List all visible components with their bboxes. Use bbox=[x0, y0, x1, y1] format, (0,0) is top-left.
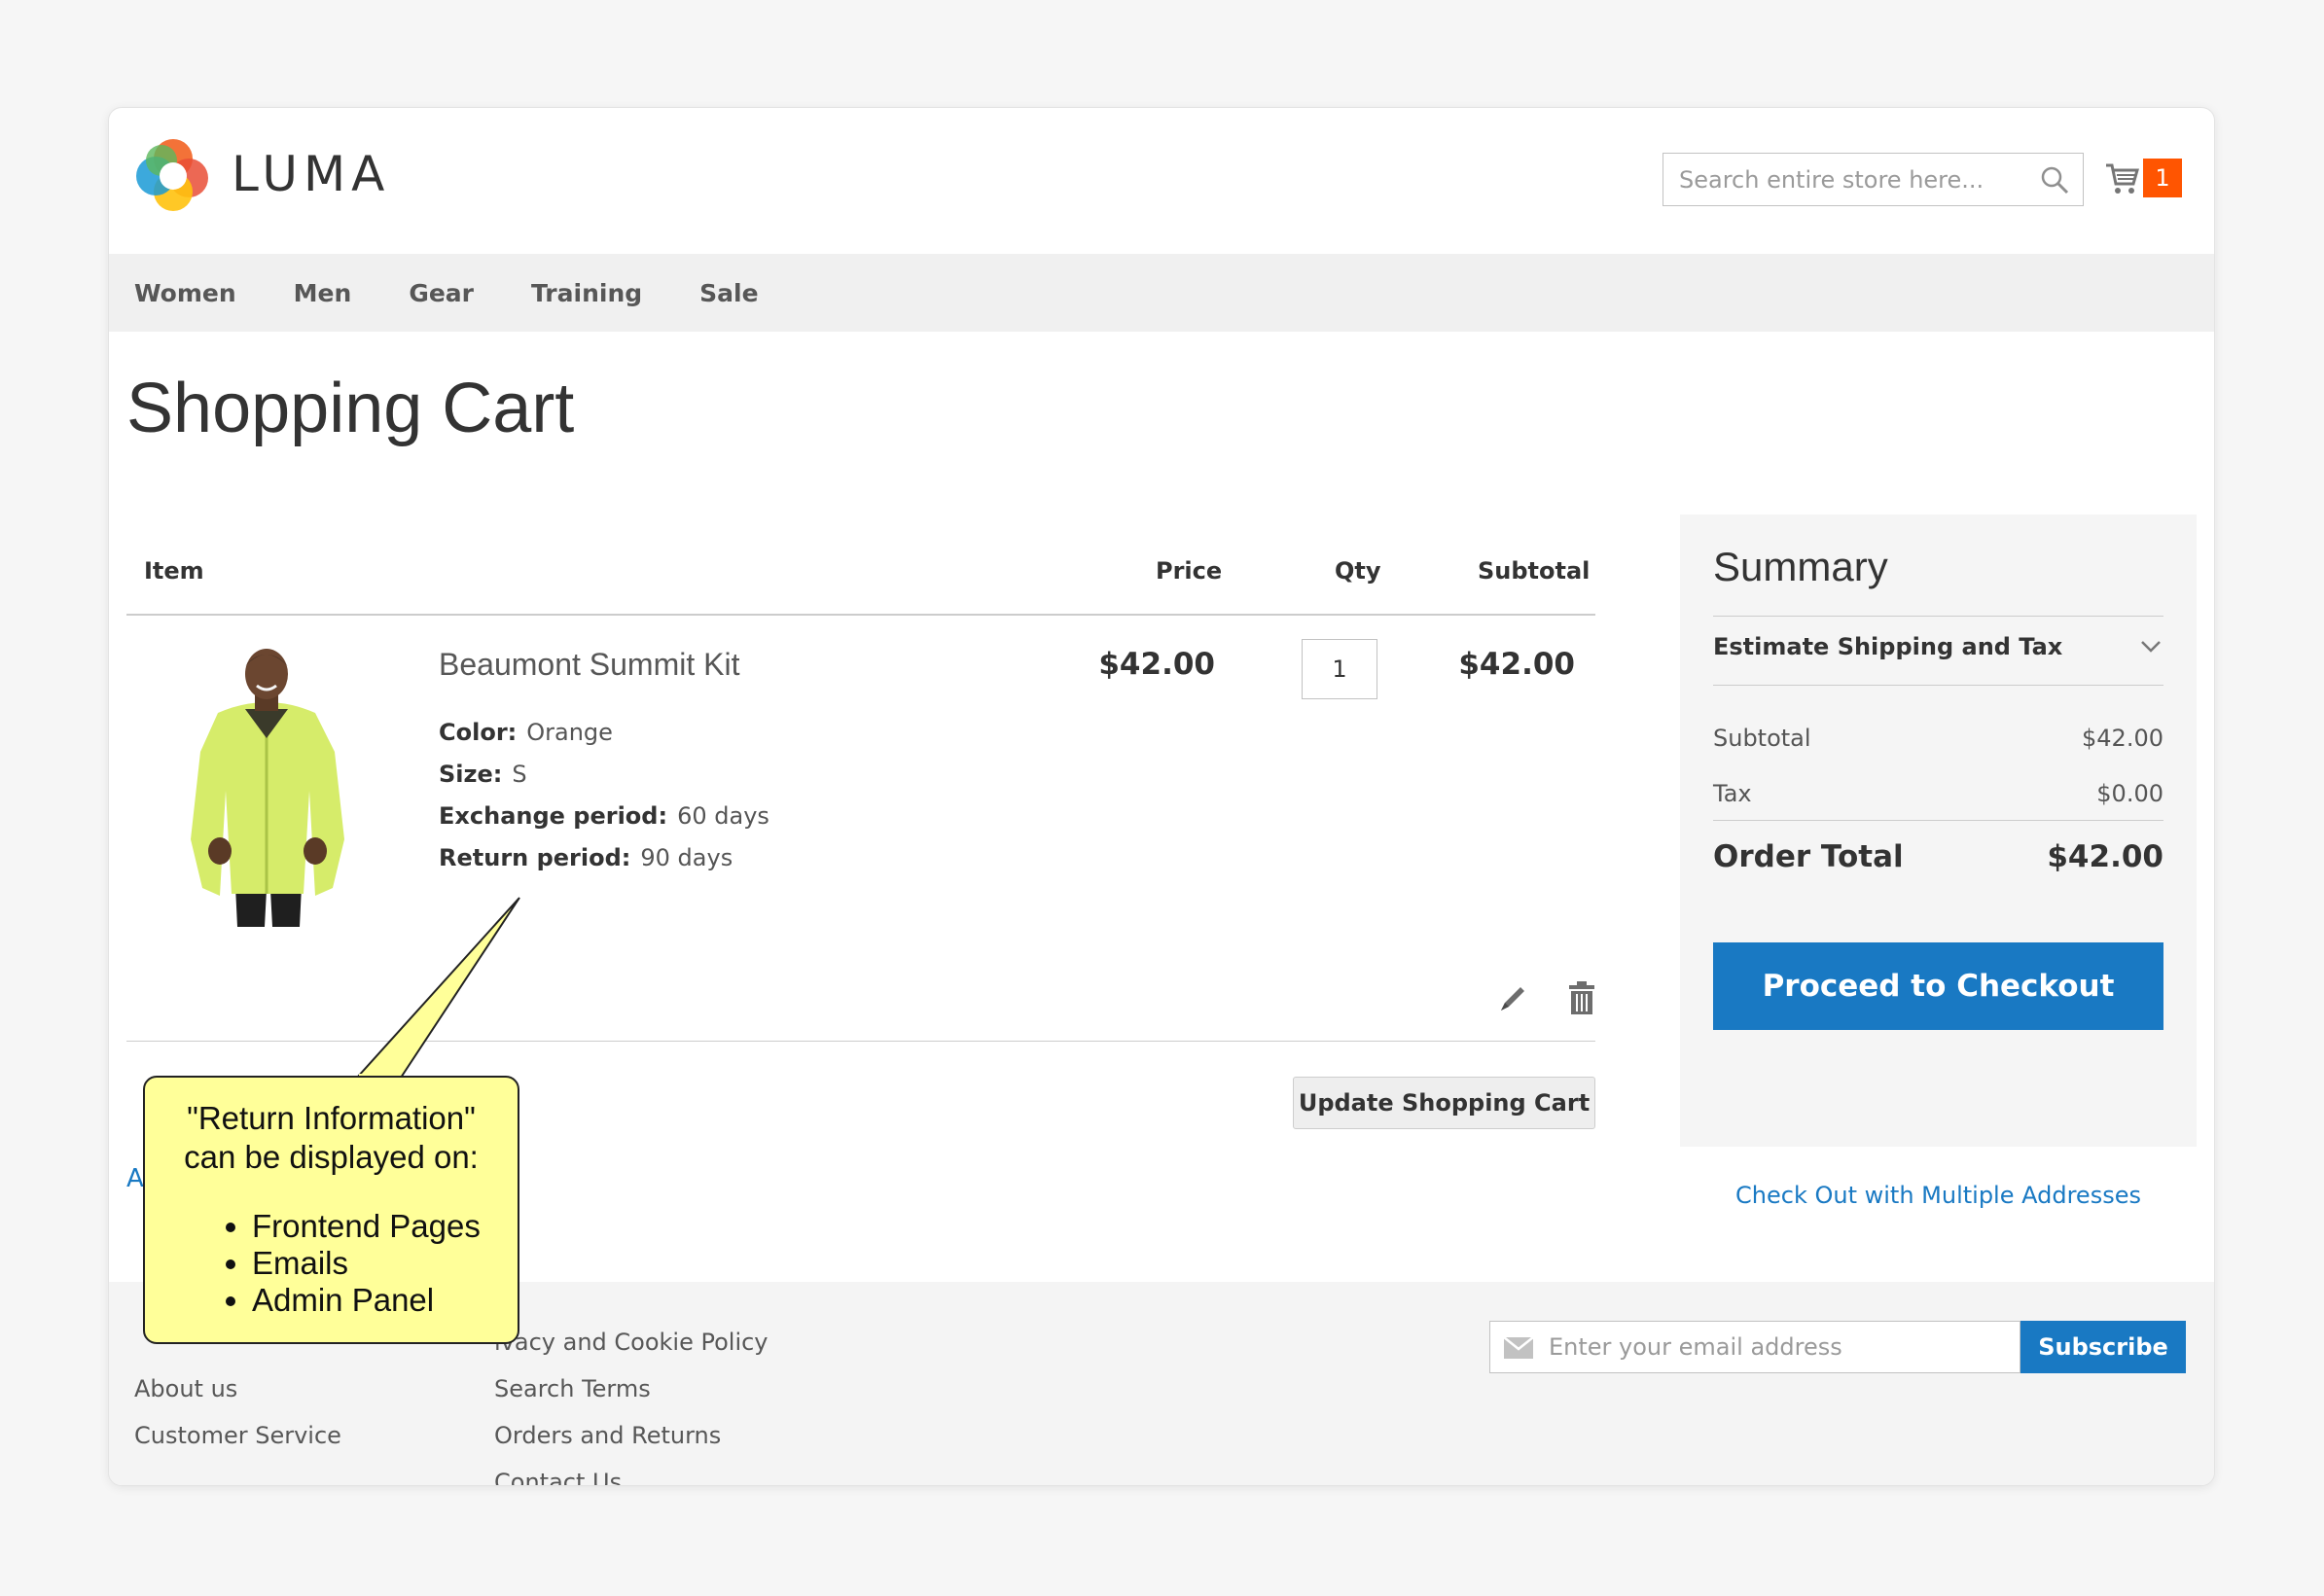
nav-item-women[interactable]: Women bbox=[134, 279, 236, 307]
edit-icon[interactable] bbox=[1497, 983, 1528, 1014]
multi-address-checkout-link[interactable]: Check Out with Multiple Addresses bbox=[1680, 1182, 2197, 1209]
summary-subtotal-row: Subtotal $42.00 bbox=[1713, 725, 2163, 752]
option-label: Exchange period: bbox=[439, 802, 668, 830]
item-subtotal: $42.00 bbox=[1458, 647, 1575, 682]
search-input[interactable] bbox=[1663, 154, 2083, 205]
option-value: Orange bbox=[526, 719, 613, 746]
column-header-item: Item bbox=[144, 557, 204, 585]
callout-heading: "Return Information" can be displayed on… bbox=[145, 1099, 518, 1177]
summary-tax-value: $0.00 bbox=[2096, 780, 2163, 807]
cart-summary: Summary Estimate Shipping and Tax Subtot… bbox=[1680, 514, 2197, 1209]
callout-line-2: can be displayed on: bbox=[184, 1139, 479, 1175]
search-box bbox=[1663, 153, 2084, 206]
trash-icon[interactable] bbox=[1567, 981, 1596, 1014]
mail-icon bbox=[1504, 1337, 1533, 1359]
table-header-divider bbox=[126, 614, 1595, 616]
summary-divider bbox=[1713, 616, 2163, 617]
summary-tax-label: Tax bbox=[1713, 780, 1752, 807]
cart-count-badge: 1 bbox=[2143, 159, 2182, 197]
product-image[interactable] bbox=[169, 645, 364, 927]
search-icon[interactable] bbox=[2040, 165, 2069, 195]
summary-divider bbox=[1713, 820, 2163, 821]
footer-link-privacy[interactable]: ivacy and Cookie Policy bbox=[494, 1329, 769, 1356]
cart-icon bbox=[2106, 163, 2139, 194]
brand-name: LUMA bbox=[232, 146, 391, 202]
annotation-callout: "Return Information" can be displayed on… bbox=[143, 1076, 519, 1344]
option-value: S bbox=[512, 761, 527, 788]
option-value: 90 days bbox=[640, 844, 733, 871]
product-option-exchange-period: Exchange period: 60 days bbox=[439, 802, 769, 830]
qty-input[interactable]: 1 bbox=[1302, 639, 1377, 699]
summary-divider bbox=[1713, 685, 2163, 686]
callout-list: Frontend Pages Emails Admin Panel bbox=[252, 1208, 481, 1319]
nav-item-gear[interactable]: Gear bbox=[409, 279, 474, 307]
logo[interactable]: LUMA bbox=[134, 135, 390, 213]
column-header-price: Price bbox=[1156, 557, 1223, 585]
footer-link-customer-service[interactable]: Customer Service bbox=[134, 1422, 341, 1449]
page-title: Shopping Cart bbox=[126, 370, 575, 447]
callout-list-item: Frontend Pages bbox=[252, 1208, 481, 1245]
nav-item-men[interactable]: Men bbox=[294, 279, 352, 307]
nav-item-sale[interactable]: Sale bbox=[699, 279, 758, 307]
newsletter-email-input[interactable] bbox=[1490, 1322, 2020, 1372]
option-value: 60 days bbox=[677, 802, 769, 830]
column-header-qty: Qty bbox=[1335, 557, 1381, 585]
luma-logo-icon bbox=[136, 139, 208, 211]
estimate-shipping-toggle[interactable]: Estimate Shipping and Tax bbox=[1713, 633, 2062, 660]
partially-hidden-link[interactable]: A bbox=[126, 1164, 144, 1193]
main-navigation: Women Men Gear Training Sale bbox=[109, 254, 2214, 332]
subscribe-button[interactable]: Subscribe bbox=[2020, 1321, 2186, 1373]
footer-link-about[interactable]: About us bbox=[134, 1375, 237, 1402]
nav-item-training[interactable]: Training bbox=[531, 279, 642, 307]
order-total-value: $42.00 bbox=[2047, 839, 2163, 874]
column-header-subtotal: Subtotal bbox=[1478, 557, 1591, 585]
option-label: Size: bbox=[439, 761, 503, 788]
order-total-label: Order Total bbox=[1713, 839, 1904, 874]
chevron-down-icon[interactable] bbox=[2138, 637, 2163, 656]
summary-subtotal-label: Subtotal bbox=[1713, 725, 1811, 752]
product-option-return-period: Return period: 90 days bbox=[439, 844, 733, 871]
update-cart-button[interactable]: Update Shopping Cart bbox=[1293, 1077, 1595, 1129]
item-price: $42.00 bbox=[1098, 647, 1215, 682]
callout-line-1: "Return Information" bbox=[187, 1100, 476, 1136]
newsletter-box bbox=[1489, 1321, 2020, 1373]
summary-tax-row: Tax $0.00 bbox=[1713, 780, 2163, 807]
footer-link-orders-returns[interactable]: Orders and Returns bbox=[494, 1422, 721, 1449]
option-label: Return period: bbox=[439, 844, 631, 871]
callout-list-item: Admin Panel bbox=[252, 1282, 481, 1319]
product-option-color: Color: Orange bbox=[439, 719, 613, 746]
product-name-link[interactable]: Beaumont Summit Kit bbox=[439, 647, 739, 683]
option-label: Color: bbox=[439, 719, 518, 746]
summary-title: Summary bbox=[1713, 544, 1888, 589]
footer-link-contact[interactable]: Contact Us bbox=[494, 1469, 622, 1485]
item-divider bbox=[126, 1041, 1595, 1042]
product-option-size: Size: S bbox=[439, 761, 527, 788]
minicart-button[interactable]: 1 bbox=[2104, 157, 2182, 199]
callout-list-item: Emails bbox=[252, 1245, 481, 1282]
footer-link-search-terms[interactable]: Search Terms bbox=[494, 1375, 651, 1402]
proceed-to-checkout-button[interactable]: Proceed to Checkout bbox=[1713, 942, 2163, 1030]
order-total-row: Order Total $42.00 bbox=[1713, 839, 2163, 874]
summary-subtotal-value: $42.00 bbox=[2082, 725, 2163, 752]
